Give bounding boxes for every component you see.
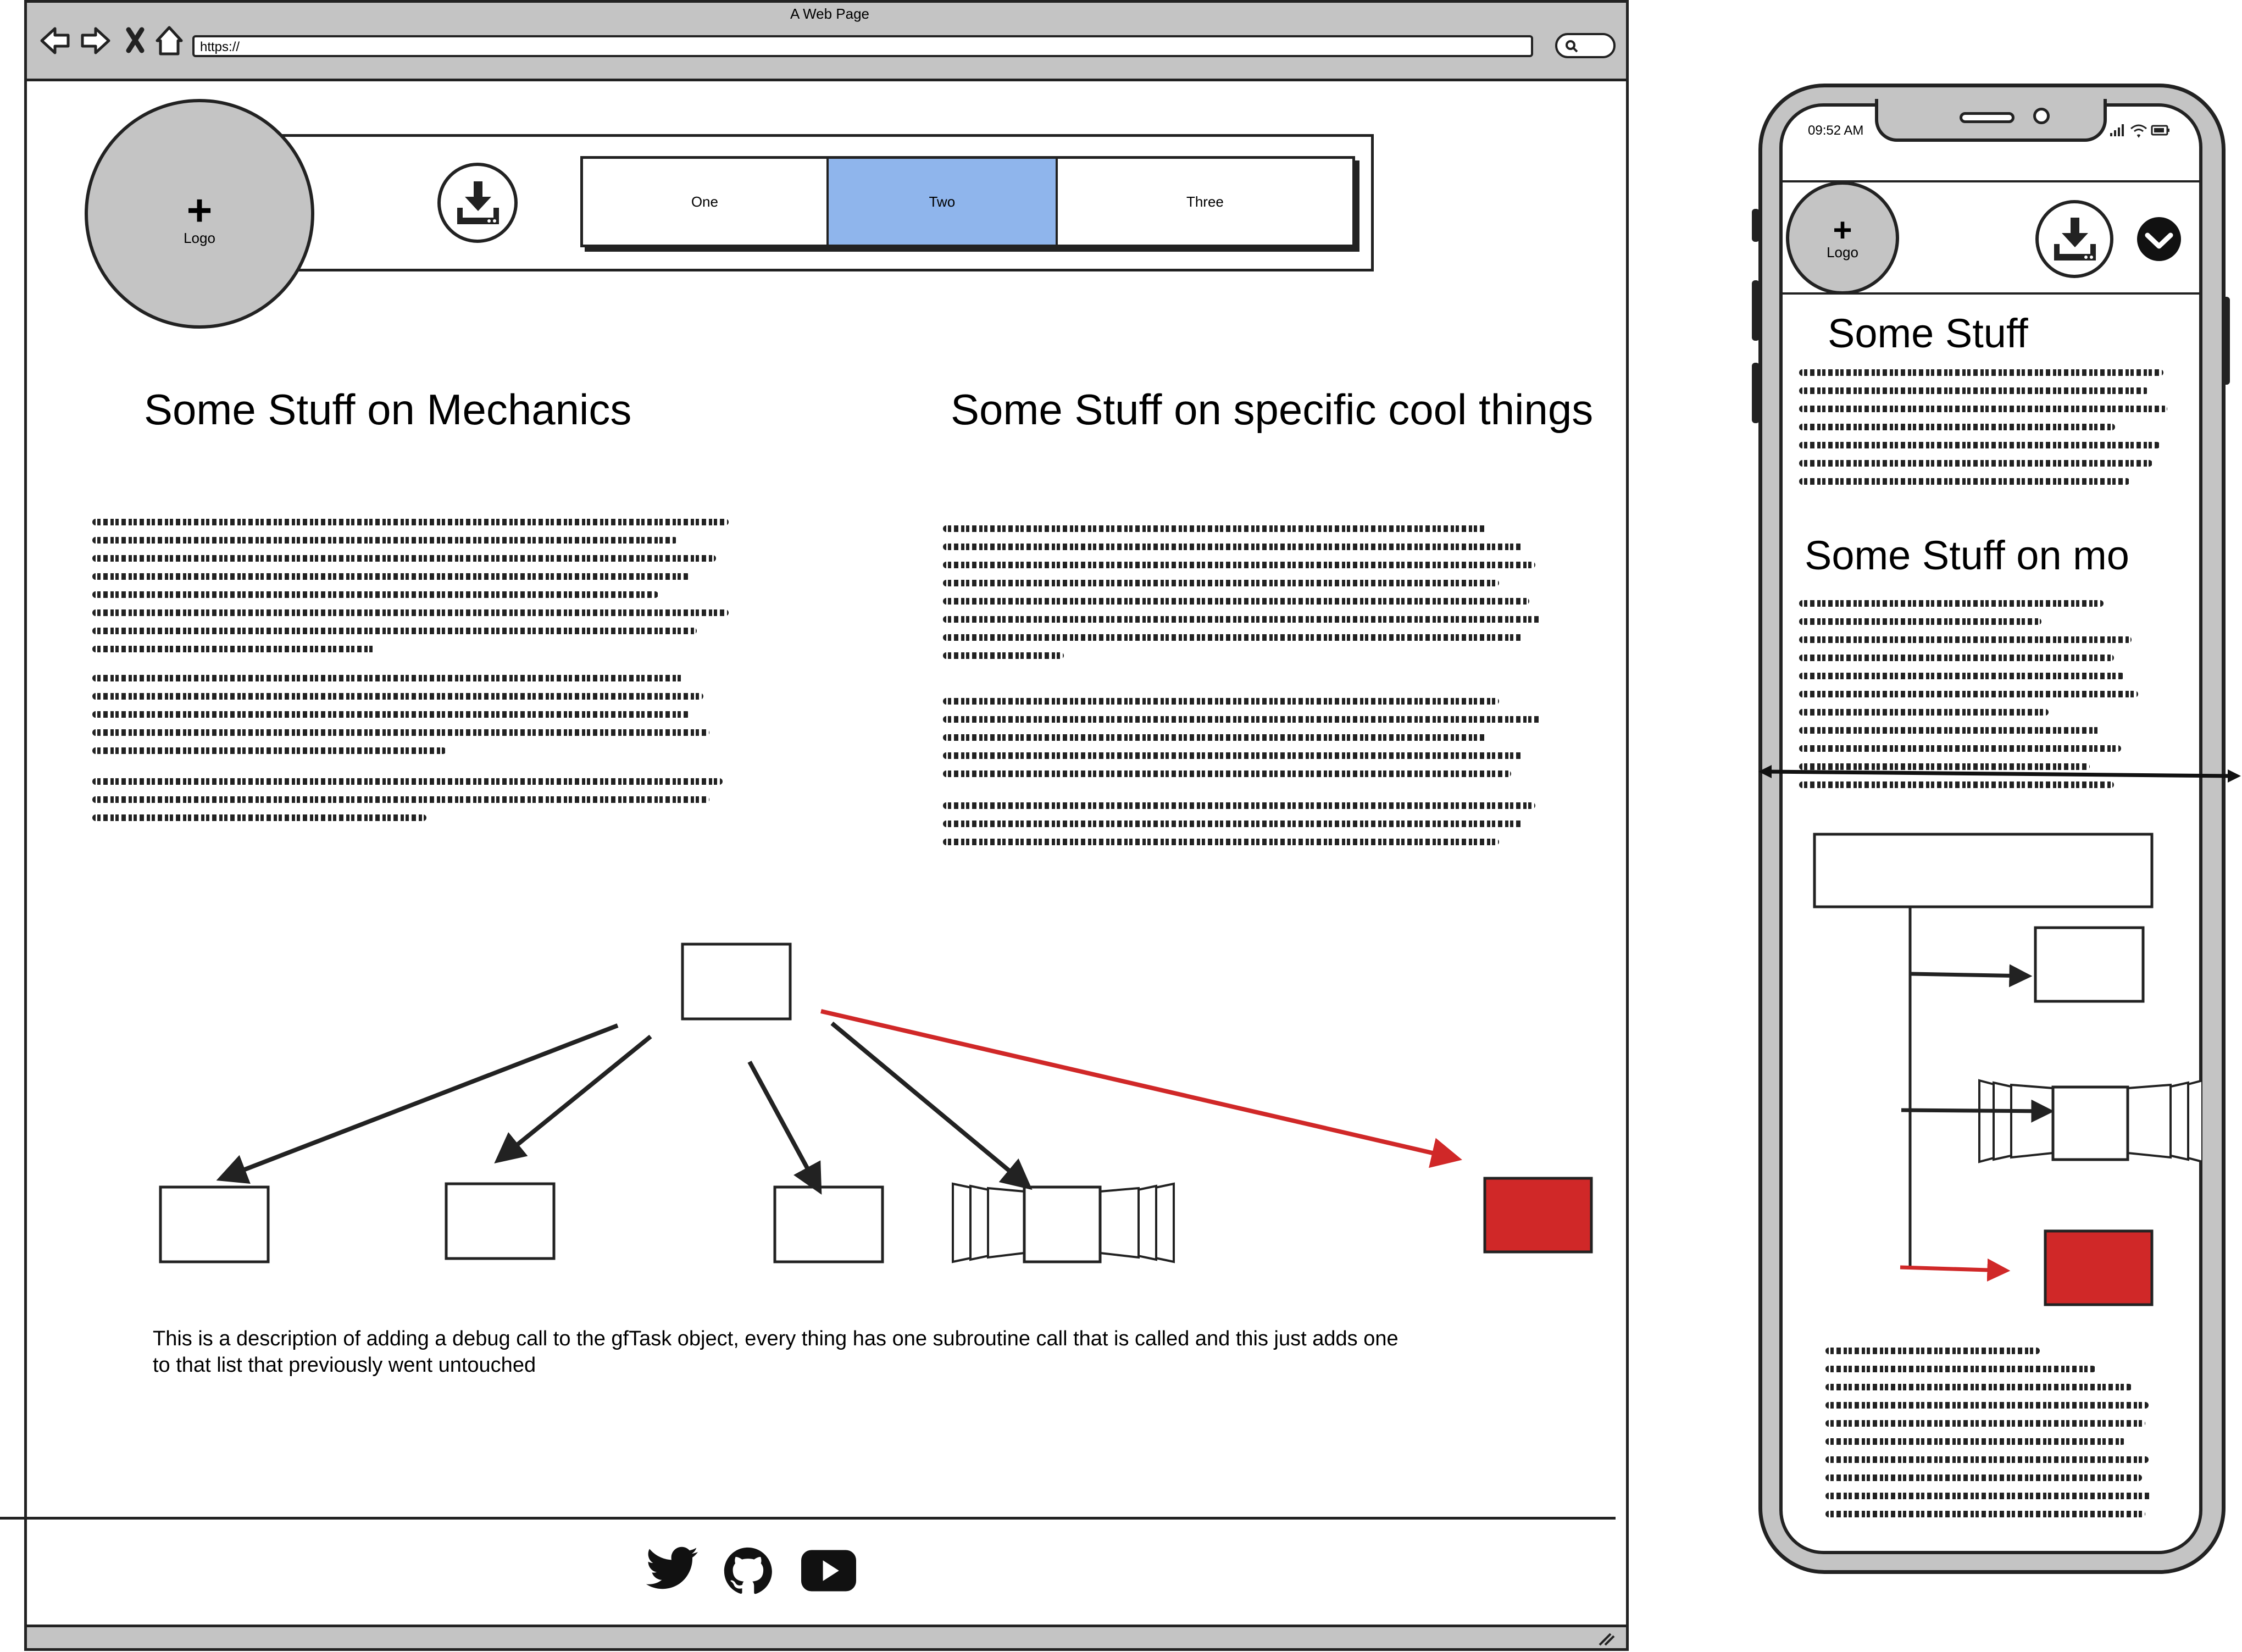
text-line [1799,442,2160,448]
text-line [1825,1493,2152,1499]
text-line [1799,709,2049,716]
text-line [1825,1420,2145,1427]
footer-divider [0,1517,1616,1520]
fold-line [1758,765,2241,783]
twitter-icon[interactable] [646,1546,699,1593]
phone-download-button[interactable] [2035,200,2113,278]
text-line [1799,369,2164,376]
speaker-icon [1960,112,2015,123]
arrow [747,1061,822,1195]
arrow [1901,1099,2055,1123]
phone-logo[interactable]: + Logo [1786,181,1899,295]
text-line [1799,460,2152,467]
text-line [1825,1384,2132,1390]
text-line [1825,1348,2040,1354]
text-line [1799,655,2115,661]
status-icons [2110,124,2169,138]
phone-time: 09:52 AM [1808,123,1864,138]
text-line [1825,1511,2145,1517]
wifi-icon [2130,124,2147,138]
text-line [1799,691,2139,697]
red-arrow [820,1009,1462,1168]
text-line [1825,1456,2149,1463]
battery-icon [2151,125,2169,136]
text-line [1799,478,2130,485]
phone-placeholder-text [1825,1348,2155,1529]
camera-icon [2033,108,2050,124]
red-arrow [1900,1258,2011,1282]
text-line [1825,1402,2149,1409]
resize-grip-icon[interactable] [1597,1632,1616,1647]
signal-icon [2110,124,2124,136]
child-node [445,1182,556,1260]
phone-logo-label: Logo [1827,244,1858,260]
diagram [159,943,1593,1263]
arrow [1911,964,2033,988]
child-node-stack [952,1182,1175,1263]
phone-heading-2: Some Stuff on mo [1805,533,2129,578]
text-line [1799,387,2149,394]
arrow [830,1021,1033,1190]
chevron-down-circle-icon[interactable] [2135,215,2183,263]
text-line [1799,406,2168,412]
text-line [1825,1474,2142,1481]
text-line [1799,618,2041,625]
arrow [216,1023,619,1184]
diagram-description: This is a description of adding a debug … [153,1327,1399,1377]
text-line [1799,745,2121,752]
text-line [1799,636,2132,643]
root-node [681,943,792,1021]
phone-heading-1: Some Stuff [1828,311,2028,356]
phone-logo-plus: + [1833,212,1852,248]
phone-diagram [1813,833,2202,1306]
text-line [1825,1438,2126,1445]
text-line [1799,424,2115,430]
github-icon[interactable] [723,1546,773,1596]
highlighted-node [1483,1177,1593,1254]
child-node [773,1185,884,1263]
browser-statusbar [24,1625,1629,1651]
child-node [159,1185,270,1263]
phone-root-node [1813,833,2154,908]
phone-child-node [2034,926,2145,1003]
phone-placeholder-text [1799,369,2175,496]
phone-child-node-stack [1978,1079,2202,1163]
youtube-icon[interactable] [801,1550,856,1592]
phone-highlighted-node [2044,1229,2154,1306]
download-icon [2054,218,2096,260]
arrow [494,1034,652,1164]
text-line [1799,727,2101,734]
text-line [1825,1366,2096,1372]
text-line [1799,673,2125,679]
text-line [1799,600,2104,607]
